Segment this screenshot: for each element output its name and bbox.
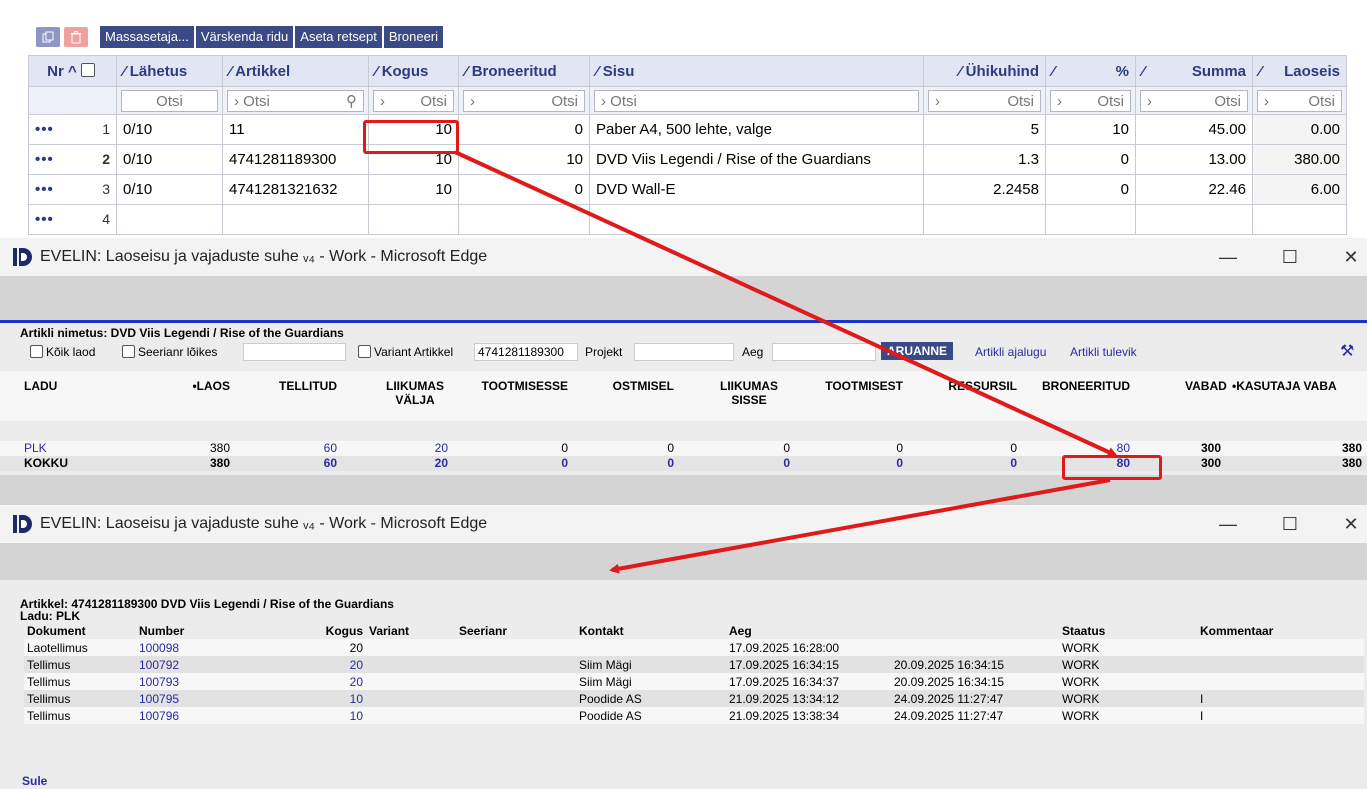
arrow-to-details [609,478,1111,574]
annotation-arrows [454,150,1118,574]
arrow-to-broneeritud [454,150,1118,457]
